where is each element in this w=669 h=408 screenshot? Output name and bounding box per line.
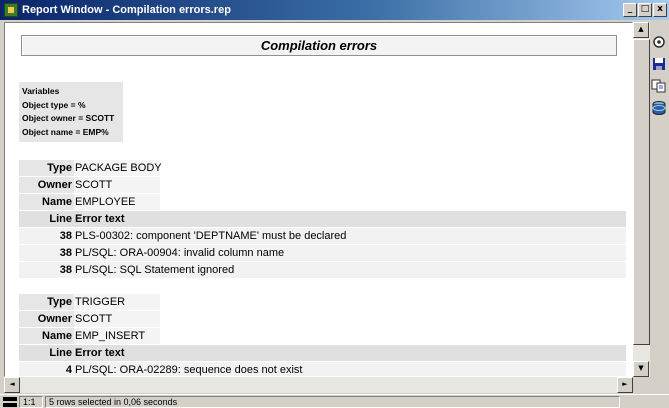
report-heading: Compilation errors [21, 35, 617, 56]
status-message: 5 rows selected in 0,06 seconds [45, 395, 620, 408]
vertical-scroll-thumb[interactable] [633, 39, 650, 345]
type-label: Type [19, 160, 74, 176]
report-toolbar [651, 34, 669, 122]
minimize-button[interactable]: _ [623, 3, 637, 17]
vertical-scrollbar[interactable]: ▲ ▼ [633, 22, 650, 377]
variable-line: Object owner = SCOTT [22, 113, 115, 123]
error-row[interactable]: 38 PLS-00302: component 'DEPTNAME' must … [19, 228, 626, 244]
owner-label: Owner [19, 311, 74, 327]
scroll-down-button[interactable]: ▼ [633, 361, 649, 377]
owner-row: Owner SCOTT [19, 311, 626, 327]
scrollbar-corner [633, 377, 650, 393]
app-icon [4, 3, 18, 17]
error-message: PL/SQL: ORA-00904: invalid column name [74, 245, 626, 261]
error-row[interactable]: 38 PL/SQL: SQL Statement ignored [19, 262, 626, 278]
error-line-number: 4 [19, 362, 74, 376]
name-value: EMP_INSERT [74, 328, 160, 344]
close-button[interactable]: x [653, 3, 667, 17]
error-line-number: 38 [19, 245, 74, 261]
type-label: Type [19, 294, 74, 310]
type-value: PACKAGE BODY [74, 160, 162, 176]
error-row[interactable]: 4 PL/SQL: ORA-02289: sequence does not e… [19, 362, 626, 376]
type-row: Type TRIGGER [19, 294, 626, 310]
restore-button[interactable]: □ [638, 3, 652, 17]
error-row[interactable]: 38 PL/SQL: ORA-00904: invalid column nam… [19, 245, 626, 261]
database-icon[interactable] [651, 100, 667, 116]
errors-header-row: Line Error text [19, 345, 626, 361]
name-label: Name [19, 194, 74, 210]
owner-row: Owner SCOTT [19, 177, 626, 193]
line-header: Line [19, 345, 74, 361]
error-text-header: Error text [74, 211, 626, 227]
copy-icon[interactable] [651, 78, 667, 94]
variable-line: Object name = EMP% [22, 126, 109, 137]
owner-value: SCOTT [74, 311, 160, 327]
name-value: EMPLOYEE [74, 194, 160, 210]
error-group: Type PACKAGE BODY Owner SCOTT Name EMPLO… [19, 160, 626, 279]
error-message: PL/SQL: ORA-02289: sequence does not exi… [74, 362, 626, 376]
errors-header-row: Line Error text [19, 211, 626, 227]
horizontal-scrollbar[interactable]: ◄ ► [4, 377, 633, 393]
error-line-number: 38 [19, 228, 74, 244]
error-group: Type TRIGGER Owner SCOTT Name EMP_INSERT… [19, 294, 626, 376]
variables-block: Variables Object type = % Object owner =… [19, 82, 123, 142]
zoom-icon [3, 396, 17, 407]
type-value: TRIGGER [74, 294, 160, 310]
window-title: Report Window - Compilation errors.rep [22, 4, 231, 16]
error-text-header: Error text [74, 345, 626, 361]
status-bar: 1:1 5 rows selected in 0,06 seconds [0, 394, 669, 408]
name-label: Name [19, 328, 74, 344]
owner-label: Owner [19, 177, 74, 193]
type-row: Type PACKAGE BODY [19, 160, 626, 176]
save-icon[interactable] [651, 56, 667, 72]
name-row: Name EMP_INSERT [19, 328, 626, 344]
error-message: PLS-00302: component 'DEPTNAME' must be … [74, 228, 626, 244]
variables-title: Variables [22, 86, 60, 96]
scroll-right-button[interactable]: ► [617, 377, 633, 393]
print-icon[interactable] [651, 34, 667, 50]
error-message: PL/SQL: SQL Statement ignored [74, 262, 626, 278]
report-panel: Compilation errors Variables Object type… [4, 22, 633, 377]
error-line-number: 38 [19, 262, 74, 278]
variable-line: Object type = % [22, 99, 86, 110]
scroll-up-button[interactable]: ▲ [633, 22, 649, 38]
zoom-level: 1:1 [19, 395, 43, 408]
line-header: Line [19, 211, 74, 227]
scroll-left-button[interactable]: ◄ [4, 377, 20, 393]
owner-value: SCOTT [74, 177, 160, 193]
name-row: Name EMPLOYEE [19, 194, 626, 210]
window-controls: _ □ x [622, 3, 667, 17]
title-bar: Report Window - Compilation errors.rep _… [0, 0, 669, 20]
